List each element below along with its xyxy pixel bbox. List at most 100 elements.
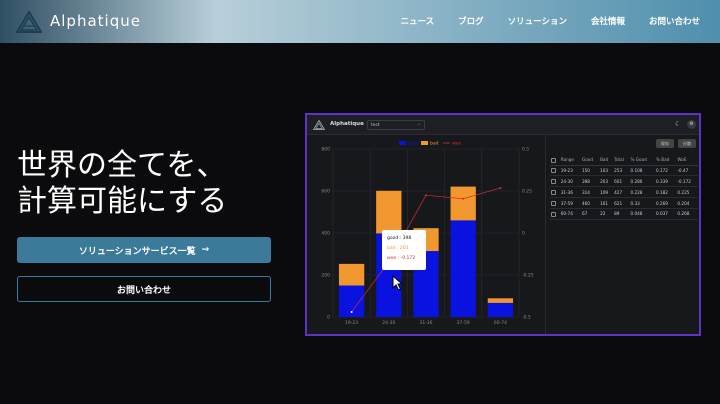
x-tick-label: 60-74: [494, 320, 507, 326]
table-row[interactable]: 31-36 314 109 427 0.228 0.182 0.225: [550, 186, 698, 199]
save-button[interactable]: 保存: [656, 139, 674, 148]
cell-range: 24-30: [559, 175, 581, 188]
cell-bad: 203: [599, 175, 614, 188]
cell-woe: -0.47: [676, 165, 698, 177]
x-tick-label: 37-59: [457, 320, 470, 326]
settings-icon[interactable]: ⚙: [687, 120, 696, 129]
select-all-checkbox[interactable]: [550, 155, 560, 166]
table-row[interactable]: 60-74 67 22 89 0.048 0.037 0.268: [550, 208, 698, 220]
cell-bad: 161: [599, 197, 614, 209]
table-row[interactable]: 37-59 460 161 621 0.33 0.269 0.204: [550, 197, 698, 209]
nav-contact[interactable]: お問い合わせ: [649, 15, 700, 27]
cell-good: 67: [580, 208, 600, 220]
tooltip-good: good : 398: [387, 236, 412, 241]
woe-point: [499, 186, 502, 189]
cell-pct-bad: 0.172: [654, 165, 677, 177]
table-row[interactable]: 24-30 398 203 601 0.286 0.339 -0.172: [550, 175, 698, 188]
cell-woe: 0.225: [676, 186, 698, 199]
y-tick-label: 400: [321, 231, 330, 237]
woe-point: [425, 194, 427, 197]
cell-total: 89: [613, 208, 630, 220]
cell-bad: 22: [599, 208, 614, 220]
cell-range: 31-36: [559, 186, 581, 199]
legend-label: bad: [430, 141, 439, 147]
legend-label: good: [408, 141, 419, 147]
brand-name[interactable]: Alphatique: [50, 12, 141, 30]
woe-bar-chart: 0 200 400 600 800 -0.5 -0.25 0 0.25 0.5 good bad woe…: [321, 141, 534, 327]
row-checkbox[interactable]: [550, 175, 560, 188]
stats-table-panel: 保存 分散 Range Good Bad Total % Good % Bad …: [545, 135, 699, 334]
cell-pct-good: 0.228: [629, 186, 655, 199]
cell-woe: 0.204: [676, 197, 698, 209]
y2-tick-label: 0.25: [522, 189, 532, 195]
row-checkbox[interactable]: [550, 208, 560, 220]
split-button[interactable]: 分散: [678, 139, 696, 148]
preview-brand: Alphatique: [330, 121, 364, 127]
cell-good: 398: [580, 175, 600, 188]
nav-news[interactable]: ニュース: [401, 15, 435, 27]
y2-tick-label: -0.5: [522, 315, 531, 321]
y2-tick-label: -0.25: [522, 273, 534, 279]
cell-good: 460: [580, 197, 600, 209]
x-tick-label: 31-36: [419, 320, 432, 326]
x-tick-label: 24-30: [382, 320, 395, 326]
legend-swatch: [399, 141, 406, 145]
cell-pct-good: 0.108: [629, 165, 655, 177]
cell-pct-bad: 0.037: [654, 208, 677, 220]
cell-good: 314: [580, 186, 600, 199]
contact-button[interactable]: お問い合わせ: [17, 276, 271, 302]
tooltip-woe: woe : -0.172: [387, 256, 416, 261]
col-good: Good: [580, 155, 600, 166]
cell-bad: 109: [599, 186, 614, 199]
app-preview-panel: Alphatique test ☾ ⚙ 0 200 400 600 800 -0.5 -0.…: [305, 113, 701, 336]
row-checkbox[interactable]: [550, 197, 560, 209]
preview-header: Alphatique test ☾ ⚙: [307, 115, 699, 135]
x-tick-label: 19-23: [345, 320, 358, 326]
bar-bad: [338, 263, 365, 286]
row-checkbox[interactable]: [550, 186, 560, 199]
nav-company[interactable]: 会社情報: [591, 15, 625, 27]
bar-good: [487, 302, 514, 317]
col-pct-good: % Good: [629, 155, 655, 166]
cell-total: 621: [613, 197, 630, 209]
nav-blog[interactable]: ブログ: [458, 15, 484, 27]
cell-woe: 0.268: [676, 208, 698, 220]
dataset-select[interactable]: test: [367, 120, 425, 130]
cell-range: 19-23: [559, 165, 581, 177]
col-bad: Bad: [599, 155, 614, 166]
cell-pct-good: 0.286: [629, 175, 655, 188]
bar-bad: [376, 190, 402, 234]
cell-pct-bad: 0.339: [654, 175, 677, 188]
moon-icon[interactable]: ☾: [675, 120, 681, 128]
row-checkbox[interactable]: [550, 165, 560, 177]
contact-label: お問い合わせ: [116, 285, 171, 296]
cell-total: 253: [613, 165, 630, 177]
col-total: Total: [613, 155, 630, 166]
cell-bad: 103: [599, 165, 614, 177]
cell-pct-good: 0.33: [629, 197, 655, 209]
tooltip-bad: bad : 203: [387, 246, 409, 251]
main-nav: ニュース ブログ ソリューション 会社情報 お問い合わせ: [401, 15, 700, 27]
bar-good: [450, 220, 476, 317]
solutions-list-button[interactable]: ソリューションサービス一覧 →: [17, 237, 271, 263]
alphatique-logo-icon[interactable]: [16, 11, 42, 33]
y-tick-label: 0: [327, 315, 330, 321]
cell-range: 37-59: [559, 197, 581, 209]
table-header-row: Range Good Bad Total % Good % Bad WoE: [550, 155, 698, 166]
legend-swatch: [421, 141, 428, 145]
cell-good: 150: [580, 165, 600, 177]
y2-tick-label: 0.5: [522, 147, 529, 153]
arrow-right-icon: →: [201, 245, 210, 255]
cell-range: 60-74: [559, 208, 581, 220]
legend-label: woe: [452, 142, 461, 147]
table-row[interactable]: 19-23 150 103 253 0.108 0.172 -0.47: [550, 165, 698, 177]
col-woe: WoE: [676, 155, 698, 166]
y-tick-label: 200: [321, 273, 330, 279]
bar-bad: [487, 298, 514, 303]
chart-tooltip: good : 398 bad : 203 woe : -0.172: [382, 230, 426, 270]
col-pct-bad: % Bad: [654, 155, 677, 166]
preview-logo-icon: [313, 120, 325, 130]
nav-solutions[interactable]: ソリューション: [508, 15, 567, 27]
site-header: Alphatique ニュース ブログ ソリューション 会社情報 お問い合わせ: [0, 0, 720, 43]
woe-point: [350, 310, 353, 313]
